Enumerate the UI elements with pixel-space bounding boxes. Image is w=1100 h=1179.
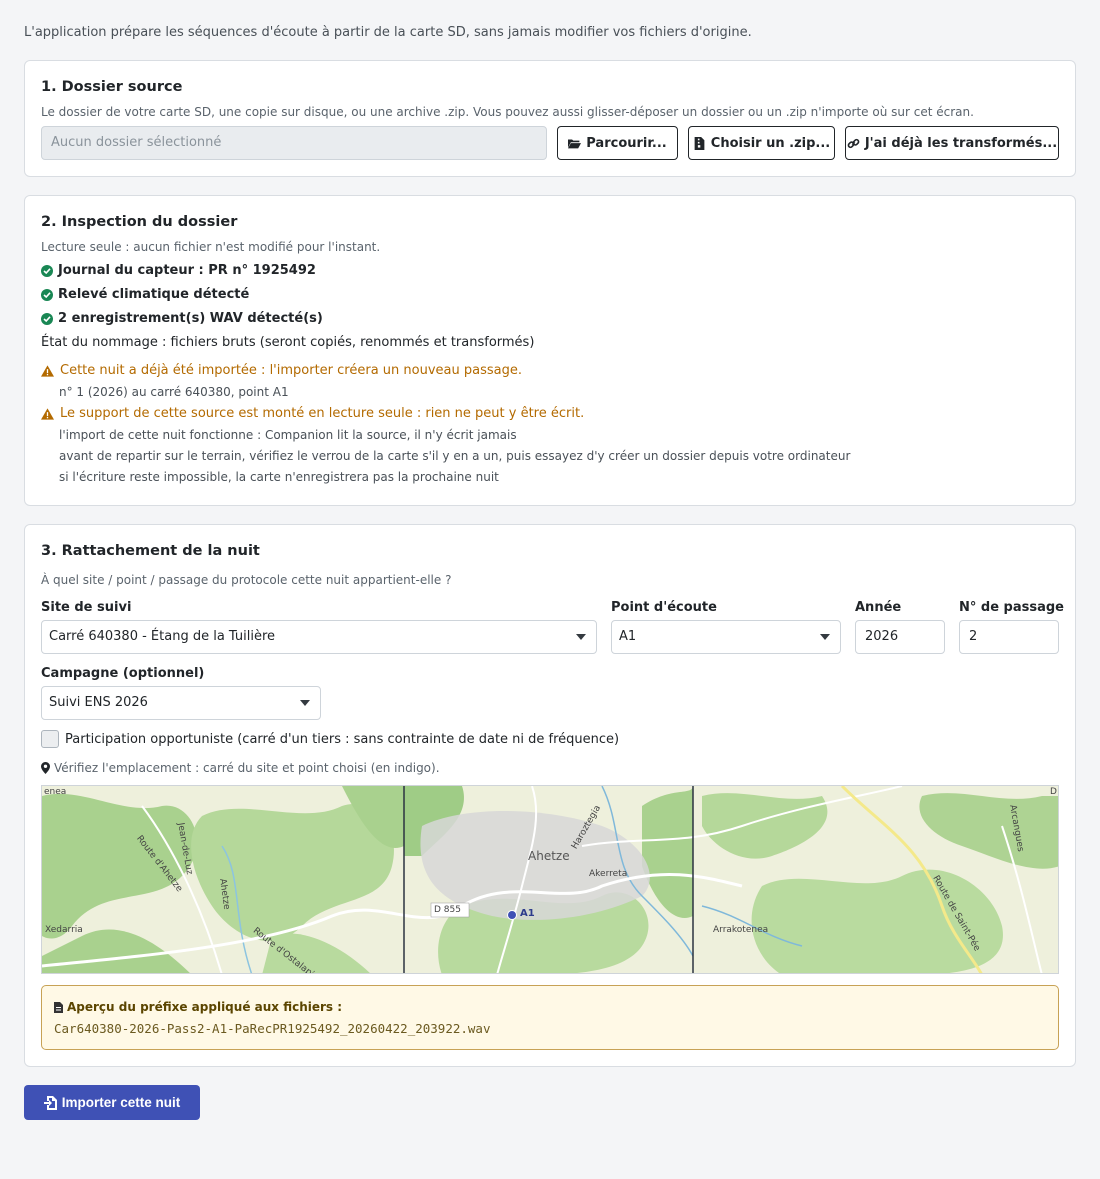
check-wav-text: 2 enregistrement(s) WAV détecté(s) [58,311,323,326]
import-night-button[interactable]: Importer cette nuit [24,1085,200,1120]
campaign-select-value: Suivi ENS 2026 [49,695,148,710]
file-icon [54,1001,63,1013]
map-marker-icon [41,762,50,774]
check-circle-icon [41,264,53,277]
map-label: D 855 [434,905,461,915]
check-circle-icon [41,288,53,301]
point-select-value: A1 [619,629,637,644]
intro-text: L'application prépare les séquences d'éc… [24,25,752,40]
check-circle-icon [41,312,53,325]
check-climate-text: Relevé climatique détecté [58,287,250,302]
year-label: Année [855,600,902,615]
check-sensor-log: Journal du capteur : PR n° 1925492 [41,263,316,278]
campaign-select[interactable]: Suivi ENS 2026 [41,686,321,720]
import-night-label: Importer cette nuit [61,1095,181,1110]
opportunist-checkbox[interactable] [41,730,59,748]
warning-icon [41,364,54,377]
inspection-card: 2. Inspection du dossier Lecture seule :… [24,195,1076,506]
map-label: enea [44,787,67,797]
campaign-label: Campagne (optionnel) [41,666,205,681]
warning-already-imported-text: Cette nuit a déjà été importée : l'impor… [60,363,522,378]
attach-card: 3. Rattachement de la nuit À quel site /… [24,524,1076,1067]
warning-icon [41,407,54,420]
preview-title: Aperçu du préfixe appliqué aux fichiers … [54,1000,342,1014]
year-input[interactable]: 2026 [855,620,945,654]
already-transformed-button[interactable]: J'ai déjà les transformés... [845,126,1059,160]
warning-readonly-media-text: Le support de cette source est monté en … [60,406,585,421]
chevron-down-icon [820,634,830,640]
location-note: Vérifiez l'emplacement : carré du site e… [41,761,440,775]
source-help: Le dossier de votre carte SD, une copie … [41,105,974,119]
attach-question: À quel site / point / passage du protoco… [41,573,452,587]
listening-point-marker[interactable] [507,910,517,920]
location-map[interactable]: enea Jean-de-Luz Route d'Ahetze Ahetze X… [41,785,1059,974]
warning-already-imported: Cette nuit a déjà été importée : l'impor… [41,363,522,378]
pass-input[interactable]: 2 [959,620,1059,654]
point-select[interactable]: A1 [611,620,841,654]
map-label: Arrakotenea [713,925,769,935]
map-point-label: A1 [520,908,535,919]
point-label: Point d'écoute [611,600,717,615]
readonly-note: Lecture seule : aucun fichier n'est modi… [41,240,381,254]
map-tiles [42,786,1058,973]
source-path-input[interactable]: Aucun dossier sélectionné [41,126,547,160]
browse-label: Parcourir... [586,135,667,151]
file-import-icon [43,1095,57,1110]
folder-open-icon [568,138,582,148]
attach-title: 3. Rattachement de la nuit [41,543,260,559]
choose-zip-button[interactable]: Choisir un .zip... [688,126,835,160]
map-label: Ahetze [528,849,570,863]
inspection-title: 2. Inspection du dossier [41,214,238,230]
browse-button[interactable]: Parcourir... [557,126,678,160]
link-icon [847,138,860,148]
map-label: Xedarria [45,925,83,935]
map-label: D [1050,787,1057,797]
pass-label: N° de passage [959,600,1065,615]
warning2-detail: l'import de cette nuit fonctionne : Comp… [59,428,517,442]
site-select-value: Carré 640380 - Étang de la Tuilière [49,629,276,644]
warning2-detail: avant de repartir sur le terrain, vérifi… [59,449,851,463]
source-title: 1. Dossier source [41,79,183,95]
map-label: Akerreta [589,869,628,879]
check-wav: 2 enregistrement(s) WAV détecté(s) [41,311,323,326]
chevron-down-icon [300,700,310,706]
opportunist-label: Participation opportuniste (carré d'un t… [65,732,620,747]
already-transformed-label: J'ai déjà les transformés... [864,135,1058,151]
warning-readonly-media: Le support de cette source est monté en … [41,406,584,421]
site-label: Site de suivi [41,600,132,615]
warning2-detail: si l'écriture reste impossible, la carte… [59,470,499,484]
chevron-down-icon [576,634,586,640]
source-card: 1. Dossier source Le dossier de votre ca… [24,60,1076,177]
site-select[interactable]: Carré 640380 - Étang de la Tuilière [41,620,597,654]
naming-state: État du nommage : fichiers bruts (seront… [41,335,535,350]
location-note-text: Vérifiez l'emplacement : carré du site e… [54,761,440,775]
preview-title-text: Aperçu du préfixe appliqué aux fichiers … [67,1000,343,1014]
check-climate: Relevé climatique détecté [41,287,249,302]
preview-code: Car640380-2026-Pass2-A1-PaRecPR1925492_2… [54,1021,491,1036]
file-zip-icon [694,136,705,150]
check-sensor-log-text: Journal du capteur : PR n° 1925492 [58,263,316,278]
prefix-preview: Aperçu du préfixe appliqué aux fichiers … [41,985,1059,1050]
choose-zip-label: Choisir un .zip... [710,135,831,151]
warning1-detail: n° 1 (2026) au carré 640380, point A1 [59,385,289,399]
